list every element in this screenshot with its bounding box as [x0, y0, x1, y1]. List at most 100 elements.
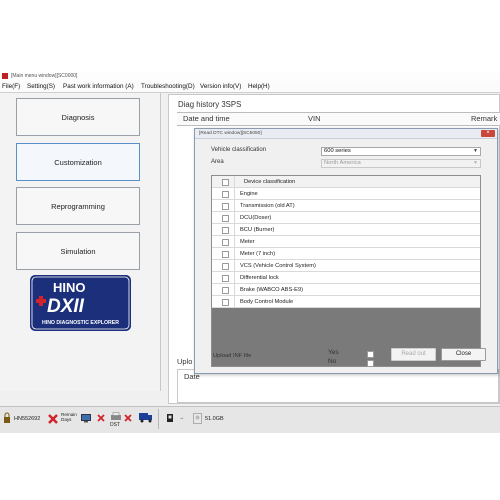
- logo-brand: HINO: [53, 280, 86, 295]
- device-row[interactable]: Brake (WABCO ABS-E9): [212, 284, 480, 296]
- menu-version-info[interactable]: Version info(V): [200, 81, 241, 92]
- navigation-pane: Diagnosis Customization Reprogramming Si…: [0, 93, 161, 391]
- close-button[interactable]: Close: [441, 348, 486, 361]
- device-row[interactable]: Engine: [212, 188, 480, 200]
- column-divider: [234, 284, 235, 296]
- dialog-close-icon[interactable]: ×: [481, 130, 495, 137]
- device-checkbox[interactable]: [222, 215, 229, 222]
- device-icon[interactable]: [166, 413, 174, 423]
- column-divider: [234, 236, 235, 248]
- device-label: DCU(Doser): [240, 215, 272, 221]
- printer-icon[interactable]: [110, 412, 122, 422]
- column-divider: [234, 212, 235, 224]
- device-checkbox[interactable]: [222, 191, 229, 198]
- dialog-title-bar: [Read DTC window][SC5050] ×: [195, 129, 497, 139]
- device-label: Transmission (old AT): [240, 203, 295, 209]
- read-out-button[interactable]: Read out: [391, 348, 436, 361]
- device-row[interactable]: Meter (7 inch): [212, 248, 480, 260]
- logo-mark: DXII: [47, 296, 85, 317]
- monitor-icon[interactable]: [81, 414, 91, 423]
- area-select: North America ▼: [321, 159, 481, 168]
- window-title: [Main menu window][SC0000]: [11, 73, 78, 79]
- truck-icon[interactable]: [139, 412, 153, 423]
- customization-button[interactable]: Customization: [16, 143, 140, 181]
- history-table-header: Date and time VIN Remark: [177, 112, 500, 126]
- device-label: Body Control Module: [240, 299, 294, 305]
- device-checkbox[interactable]: [222, 287, 229, 294]
- upload-inf-label: Upload INF file: [213, 353, 252, 359]
- dialog-title: [Read DTC window][SC5050]: [199, 131, 262, 136]
- device-row[interactable]: VCS (Vehicle Control System): [212, 260, 480, 272]
- column-divider: [234, 272, 235, 284]
- app-icon: [2, 73, 8, 79]
- column-divider: [234, 260, 235, 272]
- menu-troubleshooting[interactable]: Troubleshooting(D): [141, 81, 195, 92]
- arrow-icon: →: [179, 415, 185, 421]
- device-checkbox[interactable]: [222, 239, 229, 246]
- diag-history-title: Diag history 3SPS: [178, 100, 242, 109]
- device-label: VCS (Vehicle Control System): [240, 263, 316, 269]
- device-label: Brake (WABCO ABS-E9): [240, 287, 303, 293]
- disk-free-space: 51.0GB: [205, 416, 224, 422]
- column-divider: [234, 200, 235, 212]
- no-checkbox[interactable]: [367, 360, 374, 367]
- device-checkbox[interactable]: [222, 251, 229, 258]
- menu-bar: File(F) Setting(S) Past work information…: [0, 81, 500, 93]
- cross-icon[interactable]: [124, 414, 132, 422]
- simulation-button[interactable]: Simulation: [16, 232, 140, 270]
- device-checkbox[interactable]: [222, 203, 229, 210]
- column-divider: [234, 188, 235, 200]
- area-value: North America: [324, 160, 361, 166]
- logo-subtitle: HINO DIAGNOSTIC EXPLORER: [42, 320, 119, 326]
- device-checkbox[interactable]: [222, 299, 229, 306]
- device-row[interactable]: Meter: [212, 236, 480, 248]
- diagnosis-button[interactable]: Diagnosis: [16, 98, 140, 136]
- menu-help[interactable]: Help(H): [248, 81, 270, 92]
- dst-label: DST: [110, 422, 120, 428]
- device-classification-list: Device classification Engine Transmission…: [211, 175, 481, 367]
- read-dtc-dialog: [Read DTC window][SC5050] × Vehicle clas…: [194, 128, 498, 374]
- device-label: Engine: [240, 191, 258, 197]
- hino-dxii-logo: HINO DXII HINO DIAGNOSTIC EXPLORER: [30, 275, 131, 331]
- list-header: Device classification: [212, 176, 480, 188]
- menu-setting[interactable]: Setting(S): [27, 81, 55, 92]
- column-divider: [234, 224, 235, 236]
- yes-label: Yes: [328, 349, 339, 356]
- menu-past-work[interactable]: Past work information (A): [63, 81, 134, 92]
- disk-icon[interactable]: [193, 413, 202, 424]
- device-classification-header: Device classification: [244, 179, 296, 185]
- lock-icon[interactable]: [3, 412, 11, 424]
- chevron-down-icon: ▼: [473, 148, 478, 154]
- remain-days-label: Remain Days: [61, 412, 77, 422]
- device-checkbox[interactable]: [222, 227, 229, 234]
- no-label: No: [328, 358, 337, 365]
- device-label: Meter: [240, 239, 255, 245]
- vehicle-classification-select[interactable]: 600 series ▼: [321, 147, 481, 156]
- device-row[interactable]: Differential lock: [212, 272, 480, 284]
- device-checkbox[interactable]: [222, 263, 229, 270]
- col-remark: Remark: [471, 114, 498, 123]
- device-row[interactable]: Transmission (old AT): [212, 200, 480, 212]
- column-divider: [234, 296, 235, 308]
- hardware-id: HN552692: [14, 416, 41, 422]
- device-label: Meter (7 inch): [240, 251, 276, 257]
- device-row[interactable]: BCU (Burner): [212, 224, 480, 236]
- col-date-time: Date and time: [183, 114, 230, 123]
- status-taskbar: HN552692 Remain Days DST → 51.0GB: [0, 406, 500, 433]
- device-label: Differential lock: [240, 275, 279, 281]
- device-row[interactable]: DCU(Doser): [212, 212, 480, 224]
- device-label: BCU (Burner): [240, 227, 275, 233]
- upload-table: Date: [177, 369, 499, 403]
- chevron-down-icon: ▼: [473, 160, 478, 166]
- device-checkbox[interactable]: [222, 275, 229, 282]
- reprogramming-button[interactable]: Reprogramming: [16, 187, 140, 225]
- yes-checkbox[interactable]: [367, 351, 374, 358]
- device-row[interactable]: Body Control Module: [212, 296, 480, 308]
- taskbar-separator: [158, 409, 159, 429]
- cross-icon[interactable]: [97, 414, 105, 422]
- vehicle-classification-label: Vehicle classification: [211, 147, 267, 153]
- menu-file[interactable]: File(F): [2, 81, 20, 92]
- error-x-icon[interactable]: [47, 413, 59, 425]
- column-divider: [234, 176, 235, 188]
- select-all-checkbox[interactable]: [222, 179, 229, 186]
